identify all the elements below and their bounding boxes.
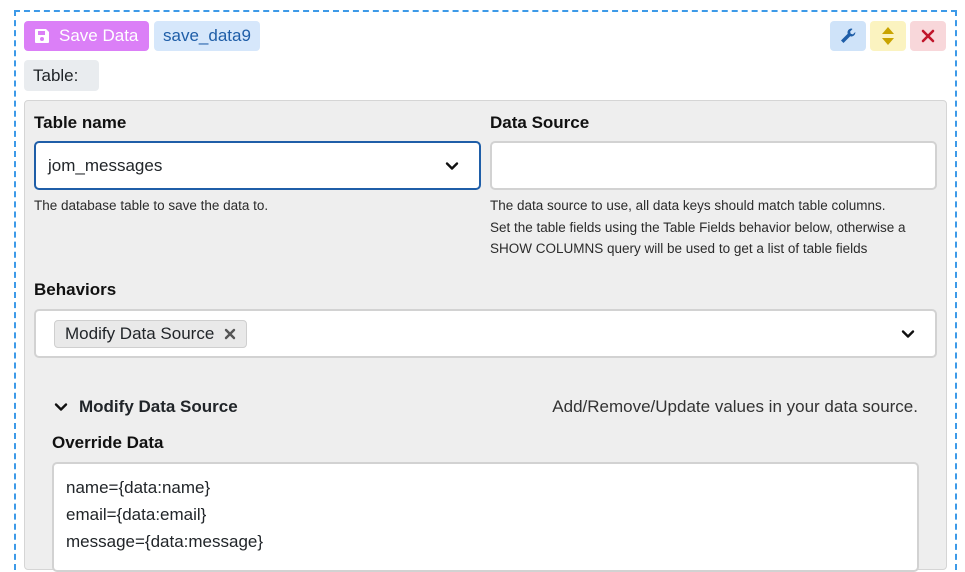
behaviors-label: Behaviors	[34, 280, 117, 299]
instance-name-tag[interactable]: save_data9	[154, 21, 260, 51]
table-name-value: jom_messages	[48, 155, 163, 175]
sort-arrows-icon	[881, 26, 895, 46]
remove-x-icon[interactable]	[224, 328, 236, 340]
override-line: message={data:message}	[66, 532, 264, 551]
data-source-help-line: The data source to use, all data keys sh…	[490, 198, 886, 213]
table-name-select[interactable]: jom_messages	[34, 141, 481, 190]
modify-section-title: Modify Data Source	[79, 397, 238, 416]
modify-section-description: Add/Remove/Update values in your data so…	[552, 397, 918, 416]
override-line: email={data:email}	[66, 505, 207, 524]
instance-name-text: save_data9	[163, 26, 251, 45]
behavior-chip-label: Modify Data Source	[65, 323, 215, 343]
behavior-chip[interactable]: Modify Data Source	[54, 319, 248, 348]
data-source-help: The data source to use, all data keys sh…	[490, 195, 906, 260]
settings-button[interactable]	[830, 21, 866, 51]
wrench-icon	[839, 27, 857, 45]
move-button[interactable]	[870, 21, 906, 51]
table-label-badge: Table:	[24, 60, 99, 91]
chevron-down-icon	[445, 159, 459, 173]
close-icon	[921, 29, 935, 43]
chevron-down-icon	[901, 327, 915, 341]
delete-button[interactable]	[910, 21, 946, 51]
behaviors-multiselect[interactable]: Modify Data Source	[34, 309, 937, 358]
data-source-label: Data Source	[490, 113, 590, 132]
data-source-help-line: SHOW COLUMNS query will be used to get a…	[490, 241, 868, 256]
override-data-label: Override Data	[52, 433, 164, 452]
override-line: name={data:name}	[66, 478, 211, 497]
table-label-text: Table:	[33, 65, 79, 85]
table-name-label: Table name	[34, 113, 127, 132]
modify-section-toggle[interactable]: Modify Data Source	[54, 397, 238, 417]
save-data-block-badge[interactable]: Save Data	[24, 21, 149, 51]
chevron-down-icon	[54, 400, 68, 414]
data-source-help-line: Set the table fields using the Table Fie…	[490, 219, 906, 235]
save-data-label: Save Data	[59, 26, 139, 45]
data-source-input[interactable]	[490, 141, 937, 190]
override-data-textarea[interactable]: name={data:name} email={data:email} mess…	[52, 462, 919, 572]
table-name-help: The database table to save the data to.	[34, 198, 269, 213]
floppy-disk-icon	[34, 28, 50, 44]
